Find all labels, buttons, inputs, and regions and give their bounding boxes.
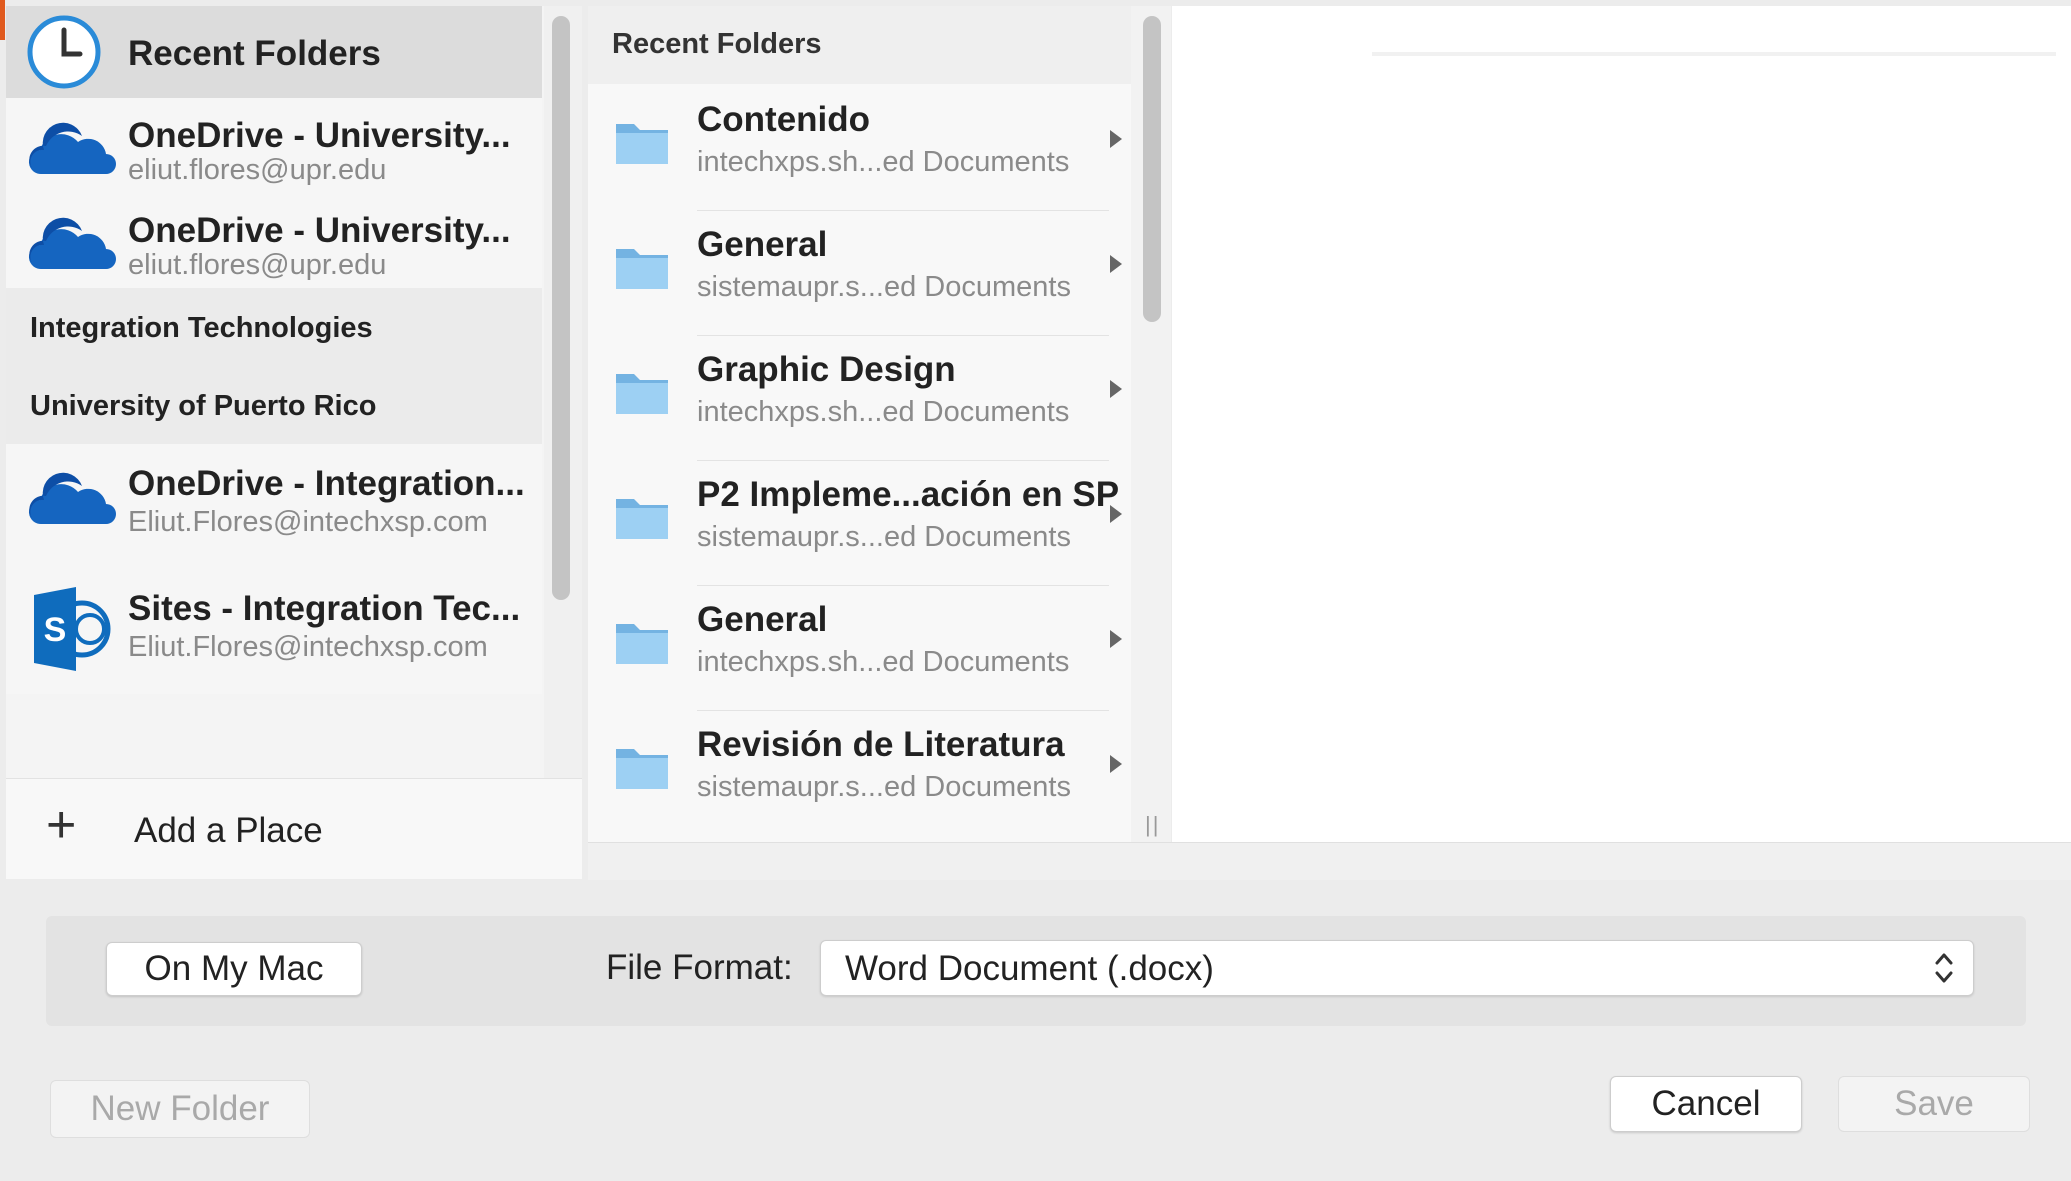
onedrive-cloud-icon: [28, 122, 116, 175]
up-down-chevron-icon: [1935, 953, 1953, 983]
file-format-label: File Format:: [606, 948, 793, 987]
sidebar-section-title: Integration Technologies: [30, 312, 373, 344]
add-place-button[interactable]: + Add a Place: [6, 778, 582, 879]
save-button[interactable]: Save: [1838, 1076, 2030, 1132]
svg-text:S: S: [44, 611, 67, 649]
sidebar-item-onedrive-university-1[interactable]: OneDrive - University... eliut.flores@up…: [6, 98, 542, 193]
preview-placeholder-line: [1372, 52, 2056, 56]
folder-list-header: Recent Folders: [588, 6, 1131, 84]
folder-row[interactable]: Contenido intechxps.sh...ed Documents: [588, 86, 1131, 211]
onedrive-cloud-icon: [28, 217, 116, 270]
file-format-value: Word Document (.docx): [845, 949, 1214, 988]
folder-icon: [616, 499, 668, 539]
folder-list-title: Recent Folders: [612, 28, 822, 60]
preview-pane: [1172, 6, 2071, 842]
folder-name: Contenido: [697, 100, 871, 139]
onedrive-cloud-icon: [28, 472, 116, 525]
cancel-button[interactable]: Cancel: [1610, 1076, 1802, 1132]
disclosure-arrow-icon[interactable]: [1110, 630, 1122, 648]
sidebar-item-subtitle: Eliut.Flores@intechxsp.com: [128, 631, 488, 663]
file-format-select[interactable]: Word Document (.docx): [820, 940, 1974, 996]
folder-icon: [616, 124, 668, 164]
folder-icon: [616, 249, 668, 289]
sidebar-item-subtitle: eliut.flores@upr.edu: [128, 154, 387, 186]
folder-row[interactable]: General intechxps.sh...ed Documents: [588, 586, 1131, 711]
folder-row[interactable]: P2 Impleme...ación en SP sistemaupr.s...…: [588, 461, 1131, 586]
folder-location: intechxps.sh...ed Documents: [697, 396, 1070, 428]
disclosure-arrow-icon[interactable]: [1110, 380, 1122, 398]
plus-icon: +: [46, 796, 77, 854]
folder-list-scrollbar-thumb[interactable]: [1143, 16, 1161, 322]
folder-location: sistemaupr.s...ed Documents: [697, 521, 1071, 553]
sidebar-section-university-of-puerto-rico[interactable]: University of Puerto Rico: [6, 366, 542, 444]
folder-icon: [616, 374, 668, 414]
sidebar-item-subtitle: Eliut.Flores@intechxsp.com: [128, 506, 488, 538]
add-place-label: Add a Place: [134, 811, 323, 850]
folder-name: P2 Impleme...ación en SP: [697, 475, 1120, 514]
disclosure-arrow-icon[interactable]: [1110, 505, 1122, 523]
folder-name: General: [697, 600, 828, 639]
sidebar-item-sites-integration[interactable]: S Sites - Integration Tec... Eliut.Flore…: [6, 569, 542, 694]
disclosure-arrow-icon[interactable]: [1110, 755, 1122, 773]
sidebar-item-label: Recent Folders: [128, 34, 381, 73]
folder-location: sistemaupr.s...ed Documents: [697, 771, 1071, 803]
new-folder-button[interactable]: New Folder: [50, 1080, 310, 1138]
folder-location: intechxps.sh...ed Documents: [697, 146, 1070, 178]
sharepoint-icon: S: [34, 587, 111, 671]
sidebar-section-integration-technologies[interactable]: Integration Technologies: [6, 288, 542, 366]
folder-icon: [616, 624, 668, 664]
folder-name: General: [697, 225, 828, 264]
disclosure-arrow-icon[interactable]: [1110, 255, 1122, 273]
sidebar-section-title: University of Puerto Rico: [30, 390, 377, 422]
folder-icon: [616, 749, 668, 789]
sidebar-item-title: OneDrive - Integration...: [128, 464, 525, 503]
sidebar-item-title: OneDrive - University...: [128, 211, 511, 250]
window-edge-accent: [0, 0, 5, 40]
folder-row[interactable]: Revisión de Literatura sistemaupr.s...ed…: [588, 711, 1131, 836]
sidebar-item-onedrive-university-2[interactable]: OneDrive - University... eliut.flores@up…: [6, 193, 542, 288]
sidebar-item-onedrive-integration[interactable]: OneDrive - Integration... Eliut.Flores@i…: [6, 444, 542, 569]
sidebar-scrollbar-thumb[interactable]: [552, 16, 570, 600]
clock-icon: [27, 15, 101, 89]
column-resize-handle-icon[interactable]: ||: [1145, 812, 1160, 838]
sidebar-item-title: Sites - Integration Tec...: [128, 589, 521, 628]
on-my-mac-button[interactable]: On My Mac: [106, 942, 362, 996]
sidebar-item-recent-folders[interactable]: Recent Folders: [6, 6, 542, 98]
folder-name: Revisión de Literatura: [697, 725, 1065, 764]
sidebar-item-subtitle: eliut.flores@upr.edu: [128, 249, 387, 281]
folder-name: Graphic Design: [697, 350, 956, 389]
sidebar-item-title: OneDrive - University...: [128, 116, 511, 155]
folder-row[interactable]: General sistemaupr.s...ed Documents: [588, 211, 1131, 336]
sidebar: Recent Folders OneDrive - University... …: [6, 6, 582, 879]
folder-list: Recent Folders Contenido intechxps.sh...…: [588, 6, 1131, 842]
folder-location: intechxps.sh...ed Documents: [697, 646, 1070, 678]
horizontal-scrollbar[interactable]: [588, 842, 2071, 881]
folder-location: sistemaupr.s...ed Documents: [697, 271, 1071, 303]
disclosure-arrow-icon[interactable]: [1110, 130, 1122, 148]
folder-row[interactable]: Graphic Design intechxps.sh...ed Documen…: [588, 336, 1131, 461]
